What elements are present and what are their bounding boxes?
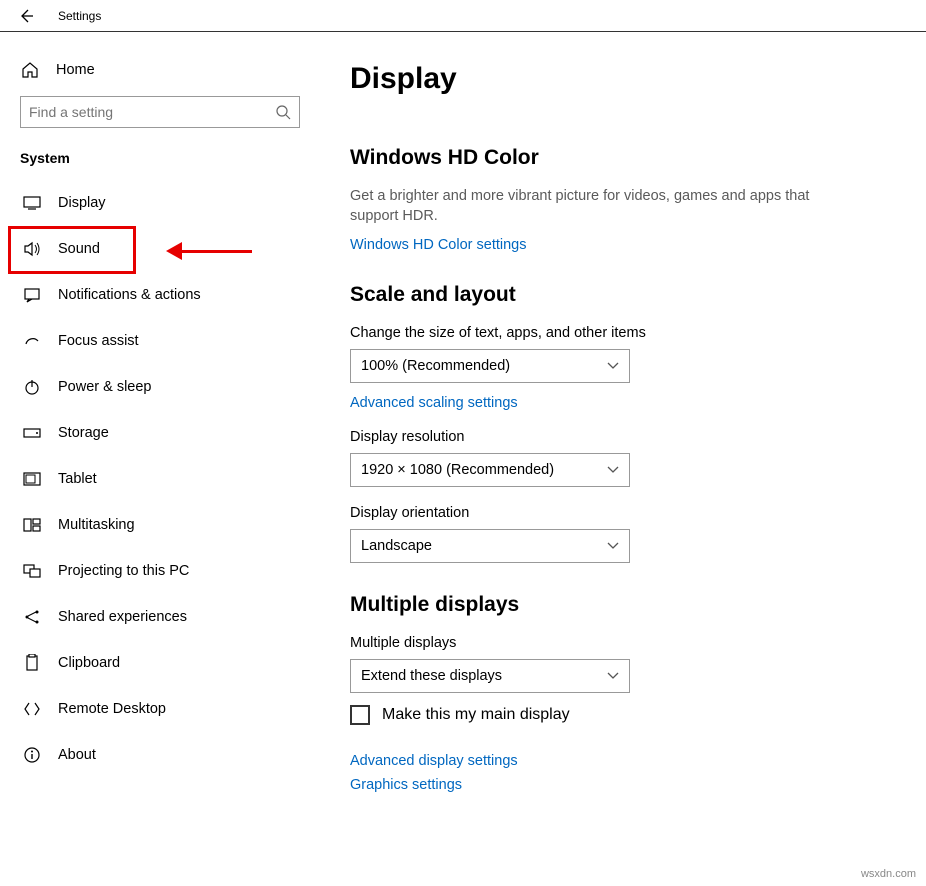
display-icon xyxy=(22,193,42,213)
sidebar-item-label: Storage xyxy=(58,425,109,441)
sidebar-item-label: Projecting to this PC xyxy=(58,563,189,579)
sound-icon xyxy=(22,239,42,259)
text-size-dropdown[interactable]: 100% (Recommended) xyxy=(350,349,630,383)
multi-dropdown[interactable]: Extend these displays xyxy=(350,659,630,693)
sidebar-item-label: Tablet xyxy=(58,471,97,487)
sidebar-item-power[interactable]: Power & sleep xyxy=(20,364,300,410)
chevron-down-icon xyxy=(607,672,619,680)
window-title: Settings xyxy=(58,9,101,23)
sidebar-item-tablet[interactable]: Tablet xyxy=(20,456,300,502)
main-content: Display Windows HD Color Get a brighter … xyxy=(320,32,926,886)
main-display-checkbox[interactable]: Make this my main display xyxy=(350,705,886,725)
hdr-description: Get a brighter and more vibrant picture … xyxy=(350,186,830,227)
tablet-icon xyxy=(22,469,42,489)
checkbox-label: Make this my main display xyxy=(382,706,570,724)
storage-icon xyxy=(22,423,42,443)
clipboard-icon xyxy=(22,653,42,673)
multi-heading: Multiple displays xyxy=(350,593,886,617)
dropdown-value: Landscape xyxy=(361,538,432,554)
arrow-left-icon xyxy=(18,8,34,24)
advanced-display-link[interactable]: Advanced display settings xyxy=(350,753,886,769)
dropdown-value: Extend these displays xyxy=(361,668,502,684)
back-button[interactable] xyxy=(12,2,40,30)
search-box[interactable] xyxy=(20,96,300,128)
sidebar-item-sound[interactable]: Sound xyxy=(20,226,300,272)
remote-icon xyxy=(22,699,42,719)
graphics-settings-link[interactable]: Graphics settings xyxy=(350,777,886,793)
sidebar-item-label: Shared experiences xyxy=(58,609,187,625)
notifications-icon xyxy=(22,285,42,305)
page-title: Display xyxy=(350,62,886,96)
search-input[interactable] xyxy=(29,104,275,120)
sidebar-item-remote[interactable]: Remote Desktop xyxy=(20,686,300,732)
sidebar-item-label: Power & sleep xyxy=(58,379,152,395)
home-label: Home xyxy=(56,62,95,78)
sidebar-item-label: Notifications & actions xyxy=(58,287,201,303)
focus-assist-icon xyxy=(22,331,42,351)
text-size-label: Change the size of text, apps, and other… xyxy=(350,325,886,341)
search-icon xyxy=(275,104,291,120)
resolution-dropdown[interactable]: 1920 × 1080 (Recommended) xyxy=(350,453,630,487)
sidebar-item-label: Clipboard xyxy=(58,655,120,671)
dropdown-value: 1920 × 1080 (Recommended) xyxy=(361,462,554,478)
home-button[interactable]: Home xyxy=(20,52,300,96)
shared-icon xyxy=(22,607,42,627)
chevron-down-icon xyxy=(607,362,619,370)
sidebar-item-storage[interactable]: Storage xyxy=(20,410,300,456)
sidebar-item-label: Remote Desktop xyxy=(58,701,166,717)
about-icon xyxy=(22,745,42,765)
sidebar: Home System Display Sound Notifications … xyxy=(0,32,320,886)
projecting-icon xyxy=(22,561,42,581)
nav-list: Display Sound Notifications & actions Fo… xyxy=(20,180,300,778)
power-icon xyxy=(22,377,42,397)
multi-label: Multiple displays xyxy=(350,635,886,651)
hdr-settings-link[interactable]: Windows HD Color settings xyxy=(350,237,886,253)
sidebar-item-about[interactable]: About xyxy=(20,732,300,778)
sidebar-item-notifications[interactable]: Notifications & actions xyxy=(20,272,300,318)
chevron-down-icon xyxy=(607,542,619,550)
sidebar-item-label: Sound xyxy=(58,241,100,257)
orientation-label: Display orientation xyxy=(350,505,886,521)
sidebar-item-display[interactable]: Display xyxy=(20,180,300,226)
sidebar-item-shared[interactable]: Shared experiences xyxy=(20,594,300,640)
home-icon xyxy=(20,60,40,80)
hdr-heading: Windows HD Color xyxy=(350,146,886,170)
dropdown-value: 100% (Recommended) xyxy=(361,358,510,374)
titlebar: Settings xyxy=(0,0,926,32)
checkbox-icon xyxy=(350,705,370,725)
multitasking-icon xyxy=(22,515,42,535)
sidebar-item-label: Focus assist xyxy=(58,333,139,349)
sidebar-item-label: Multitasking xyxy=(58,517,135,533)
sidebar-item-focus-assist[interactable]: Focus assist xyxy=(20,318,300,364)
sidebar-item-label: Display xyxy=(58,195,106,211)
sidebar-item-label: About xyxy=(58,747,96,763)
sidebar-item-multitasking[interactable]: Multitasking xyxy=(20,502,300,548)
section-system: System xyxy=(20,150,300,166)
resolution-label: Display resolution xyxy=(350,429,886,445)
orientation-dropdown[interactable]: Landscape xyxy=(350,529,630,563)
advanced-scaling-link[interactable]: Advanced scaling settings xyxy=(350,395,886,411)
sidebar-item-clipboard[interactable]: Clipboard xyxy=(20,640,300,686)
sidebar-item-projecting[interactable]: Projecting to this PC xyxy=(20,548,300,594)
watermark: wsxdn.com xyxy=(861,868,916,880)
chevron-down-icon xyxy=(607,466,619,474)
scale-heading: Scale and layout xyxy=(350,283,886,307)
